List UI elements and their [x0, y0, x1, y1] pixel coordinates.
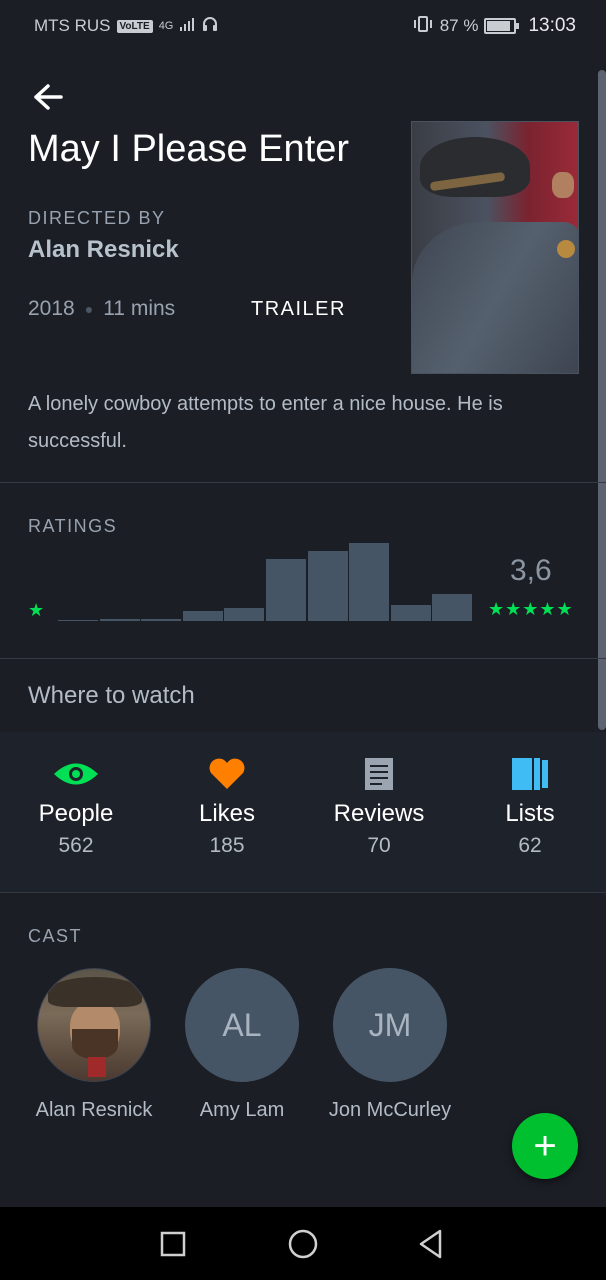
film-runtime: 11 mins: [103, 297, 176, 320]
stat-label: People: [38, 800, 114, 827]
film-meta: 2018 ● 11 mins: [28, 297, 175, 321]
divider: [0, 658, 606, 659]
poster-hand: [552, 172, 574, 198]
ratings-label: RATINGS: [28, 516, 118, 536]
rating-bar[interactable]: [141, 619, 182, 621]
battery-icon: [484, 18, 520, 34]
clock: 13:03: [528, 15, 576, 36]
headphones-icon: [201, 15, 219, 38]
status-right: 87 % 13:03: [412, 15, 576, 38]
status-left: MTS RUS VoLTE 4G: [34, 15, 219, 38]
stat-count: 562: [58, 834, 94, 857]
rating-bar[interactable]: [99, 619, 140, 621]
trailer-button[interactable]: TRAILER: [251, 298, 346, 321]
directed-by-label: DIRECTED BY: [28, 208, 166, 228]
film-title: May I Please Enter: [28, 128, 350, 170]
lists-icon: [454, 756, 606, 792]
stat-likes[interactable]: Likes 185: [151, 756, 303, 858]
divider: [0, 892, 606, 893]
rating-bar[interactable]: [349, 543, 390, 621]
average-rating: 3,6: [510, 554, 552, 587]
avatar-scarf: [88, 1057, 106, 1077]
stat-label: Reviews: [333, 800, 425, 827]
vibrate-icon: [412, 15, 434, 38]
avatar-hat: [48, 977, 142, 1007]
stat-lists[interactable]: Lists 62: [454, 756, 606, 858]
poster-jacket: [412, 222, 578, 373]
stats-row: People 562 Likes 185 Reviews 70 Lists 62: [0, 732, 606, 892]
director-link[interactable]: Alan Resnick: [28, 236, 179, 264]
stat-count: 62: [518, 834, 542, 857]
avatar-beard: [72, 1029, 118, 1059]
where-to-watch-link[interactable]: Where to watch: [28, 682, 195, 710]
rating-bar[interactable]: [224, 608, 265, 621]
battery-percent: 87 %: [439, 16, 479, 35]
network-type: 4G: [158, 20, 174, 32]
rating-bar[interactable]: [390, 605, 431, 621]
scrollbar[interactable]: [598, 70, 606, 730]
cast-name: Amy Lam: [199, 1099, 285, 1121]
rating-bar[interactable]: [307, 551, 348, 621]
rating-min-star-icon: ★: [28, 600, 45, 620]
stat-people[interactable]: People 562: [0, 756, 152, 858]
avatar: [37, 968, 151, 1082]
cast-label: CAST: [28, 926, 83, 946]
home-icon[interactable]: [286, 1227, 320, 1261]
carrier-label: MTS RUS: [34, 16, 111, 35]
stat-label: Lists: [505, 800, 555, 827]
cast-member[interactable]: JM Jon McCurley: [315, 968, 465, 1122]
rating-bar[interactable]: [432, 594, 473, 621]
rating-bar[interactable]: [58, 620, 98, 621]
status-bar: MTS RUS VoLTE 4G 87 % 13:03: [0, 0, 606, 52]
back-icon[interactable]: [414, 1227, 448, 1261]
ratings-histogram[interactable]: [58, 540, 474, 621]
cast-member[interactable]: Alan Resnick: [19, 968, 169, 1122]
film-synopsis: A lonely cowboy attempts to enter a nice…: [28, 393, 503, 452]
navigation-bar: [0, 1207, 606, 1280]
stat-reviews[interactable]: Reviews 70: [303, 756, 455, 858]
eye-icon: [0, 756, 152, 792]
avatar: JM: [333, 968, 447, 1082]
cast-name: Jon McCurley: [328, 1099, 452, 1121]
avatar: AL: [185, 968, 299, 1082]
stat-count: 70: [367, 834, 391, 857]
film-poster[interactable]: [411, 121, 579, 374]
volte-badge: VoLTE: [116, 19, 153, 33]
stat-label: Likes: [198, 800, 256, 827]
meta-separator: ●: [84, 301, 94, 317]
heart-icon: [151, 756, 303, 792]
back-arrow-icon[interactable]: [30, 82, 64, 112]
film-year[interactable]: 2018: [28, 297, 75, 321]
poster-doorknob: [557, 240, 575, 258]
add-button[interactable]: +: [512, 1113, 578, 1179]
battery-fill: [487, 21, 511, 31]
recents-icon[interactable]: [156, 1227, 190, 1261]
document-icon: [303, 756, 455, 792]
stat-count: 185: [209, 834, 245, 857]
rating-bar[interactable]: [182, 611, 223, 621]
cast-name: Alan Resnick: [35, 1099, 153, 1121]
signal-icon: [179, 16, 195, 37]
cast-member[interactable]: AL Amy Lam: [167, 968, 317, 1122]
rating-max-stars-icon: ★★★★★: [488, 599, 574, 619]
divider: [0, 482, 606, 483]
rating-bar[interactable]: [266, 559, 306, 621]
